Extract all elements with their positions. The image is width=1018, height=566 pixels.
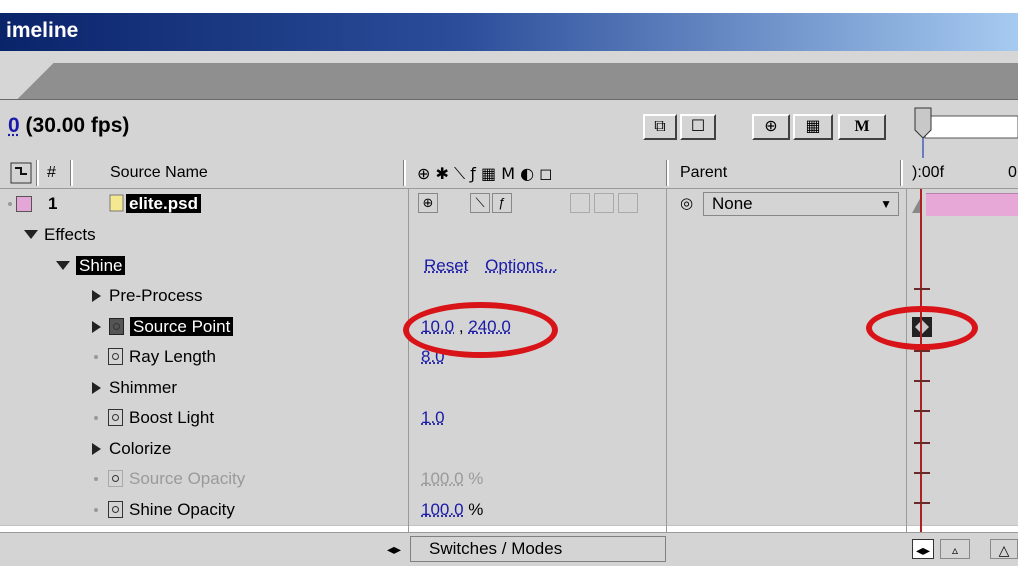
layer-name[interactable]: elite.psd — [126, 194, 201, 213]
source-opacity-value: 100.0 — [421, 469, 464, 488]
effect-name: Shine — [76, 255, 126, 275]
expand-right-icon — [92, 290, 101, 302]
time-label-start: ):00f — [912, 164, 945, 181]
boost-light-value[interactable]: 1.0 — [421, 408, 445, 427]
motion-blur-button[interactable]: M — [838, 114, 886, 140]
options-link[interactable]: Options... — [485, 256, 558, 275]
time-value[interactable]: 0 — [8, 114, 20, 137]
effect-switch-icon[interactable]: ƒ — [492, 193, 512, 213]
expand-collapse-icon[interactable]: ◂▸ — [384, 539, 404, 559]
timeline-control-bar: 0 (30.00 fps) ⧉ ☐ ⊕ ▦ M — [0, 100, 1018, 158]
stopwatch-icon[interactable] — [108, 409, 123, 426]
layer-button[interactable]: ☐ — [680, 114, 716, 140]
zoom-toggle-icon[interactable]: ◂▸ — [912, 539, 934, 559]
tab-strip — [0, 51, 1018, 100]
column-number: # — [47, 164, 56, 181]
quality-switch-icon[interactable]: ⟍ — [470, 193, 490, 213]
annotation-ellipse-values — [403, 302, 558, 358]
parent-select[interactable]: None ▼ — [703, 192, 899, 216]
anchor-button[interactable]: ⊕ — [752, 114, 790, 140]
layer-number: 1 — [48, 194, 58, 213]
pick-whip-icon[interactable]: ◎ — [680, 189, 693, 219]
row-label: Effects — [44, 225, 96, 244]
label-color-swatch[interactable] — [16, 196, 32, 212]
timeline-footer: ◂▸ Switches / Modes ◂▸ ▵ △ — [0, 532, 1018, 566]
effect-row[interactable]: Shine Reset Options... — [0, 250, 1018, 282]
stopwatch-icon[interactable] — [108, 348, 123, 365]
expand-right-icon — [92, 442, 101, 455]
comp-button[interactable]: ⧉ — [643, 114, 677, 140]
time-label-next: 0 — [1008, 164, 1017, 181]
zoom-in-icon[interactable]: △ — [990, 539, 1018, 559]
stopwatch-icon[interactable] — [108, 500, 123, 518]
window-titlebar: imeline — [0, 13, 1018, 51]
adjustment-switch[interactable] — [618, 193, 638, 213]
motion-blur-switch[interactable] — [594, 193, 614, 213]
property-group-row[interactable]: Colorize — [0, 433, 1018, 465]
expand-down-icon — [24, 230, 38, 239]
layer-row[interactable]: 1 elite.psd ⊕ ⟍ ƒ ◎ None ▼ — [0, 189, 1018, 221]
expand-down-icon — [56, 260, 70, 270]
property-row[interactable]: Boost Light 1.0 — [0, 403, 1018, 435]
property-row-disabled[interactable]: Source Opacity 100.0 % — [0, 464, 1018, 496]
file-icon — [108, 189, 126, 219]
property-group-row[interactable]: Shimmer — [0, 372, 1018, 404]
zoom-out-icon[interactable]: ▵ — [940, 539, 970, 559]
property-row[interactable]: Shine Opacity 100.0 % — [0, 494, 1018, 526]
layer-duration-bar[interactable] — [926, 193, 1018, 216]
switches-toggle-icon[interactable] — [10, 158, 34, 188]
time-display[interactable]: 0 (30.00 fps) — [8, 114, 129, 138]
svg-text:⊕ ✱ ⟍ ƒ ▦ M ◐ ◻: ⊕ ✱ ⟍ ƒ ▦ M ◐ ◻ — [417, 164, 552, 183]
time-ruler[interactable] — [905, 104, 1018, 158]
frame-blend-switch[interactable] — [570, 193, 590, 213]
reset-link[interactable]: Reset — [424, 256, 468, 275]
expand-right-icon — [92, 381, 101, 394]
tab-timeline[interactable] — [0, 63, 70, 99]
column-source-name[interactable]: Source Name — [110, 158, 208, 188]
film-button[interactable]: ▦ — [793, 114, 833, 140]
column-header: # Source Name ⊕ ✱ ⟍ ƒ ▦ M ◐ ◻ Parent ):0… — [0, 158, 1018, 189]
expand-right-icon — [92, 320, 101, 333]
annotation-ellipse-keyframe — [866, 306, 978, 350]
group-row[interactable]: Effects — [0, 220, 1018, 252]
stopwatch-icon — [108, 470, 123, 487]
stopwatch-icon[interactable] — [109, 317, 124, 335]
switches-header-icons: ⊕ ✱ ⟍ ƒ ▦ M ◐ ◻ — [417, 164, 552, 183]
shy-switch-icon[interactable]: ⊕ — [418, 193, 438, 213]
window-title: imeline — [6, 19, 79, 42]
chevron-down-icon: ▼ — [880, 197, 892, 211]
switches-modes-toggle[interactable]: Switches / Modes — [410, 536, 666, 562]
column-parent[interactable]: Parent — [680, 158, 727, 188]
shine-opacity-value[interactable]: 100.0 — [421, 500, 464, 519]
fps-label: (30.00 fps) — [25, 114, 130, 137]
